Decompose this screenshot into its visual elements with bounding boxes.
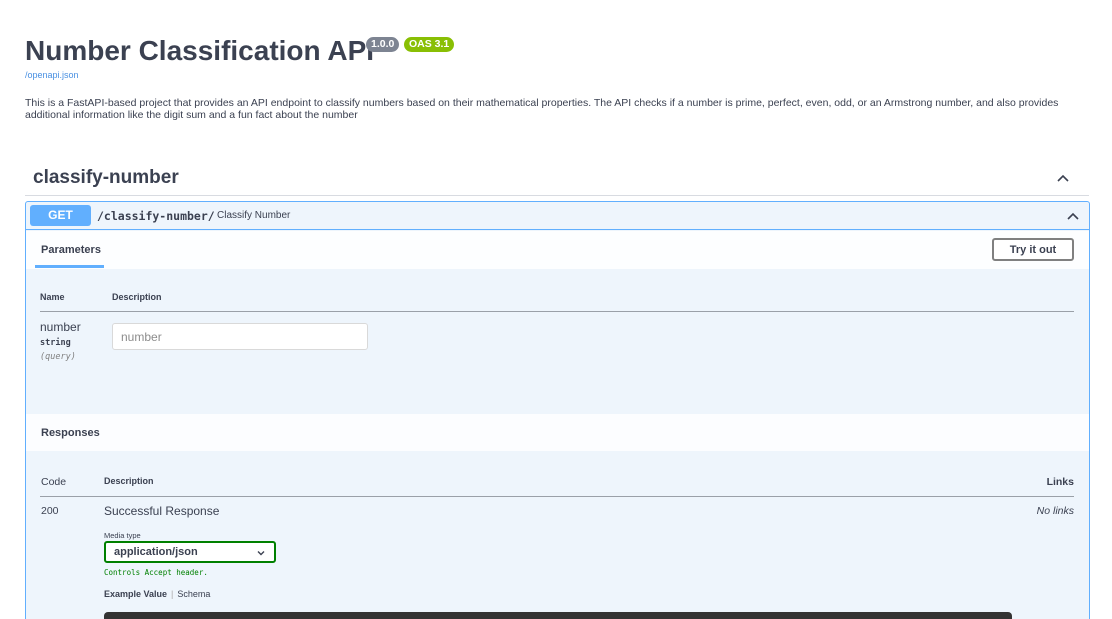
- response-links: No links: [1036, 505, 1074, 517]
- example-tabs: Example Value | Schema: [104, 589, 210, 599]
- api-title: Number Classification API: [25, 35, 375, 66]
- tag-title: classify-number: [33, 167, 179, 188]
- api-description: This is a FastAPI-based project that pro…: [25, 97, 1059, 121]
- col-header-code: Code: [41, 476, 67, 488]
- tag-section-header[interactable]: classify-number: [25, 160, 1089, 196]
- operation-summary-text: Classify Number: [217, 210, 291, 221]
- chevron-up-icon[interactable]: [1065, 208, 1081, 224]
- tab-example-value[interactable]: Example Value: [104, 589, 167, 599]
- operation-block-get: GET /classify-number/ Classify Number Pa…: [25, 201, 1090, 619]
- media-type-value: application/json: [114, 546, 198, 558]
- number-input[interactable]: [112, 323, 368, 350]
- openapi-spec-link[interactable]: /openapi.json: [25, 70, 79, 80]
- param-type: string: [40, 338, 71, 348]
- version-badge: 1.0.0: [366, 37, 400, 52]
- col-header-description: Description: [112, 292, 162, 302]
- try-it-out-button[interactable]: Try it out: [992, 238, 1074, 261]
- example-code-block: [104, 612, 1012, 619]
- tab-separator: |: [171, 589, 174, 599]
- responses-header: Responses: [26, 414, 1089, 451]
- col-header-links: Links: [1046, 476, 1074, 488]
- table-divider: [40, 311, 1074, 312]
- tab-schema[interactable]: Schema: [177, 589, 210, 599]
- chevron-down-icon: [257, 551, 265, 556]
- tab-parameters[interactable]: Parameters: [41, 244, 101, 256]
- param-name: number: [40, 320, 81, 334]
- col-header-response-description: Description: [104, 476, 154, 486]
- operation-summary[interactable]: GET /classify-number/ Classify Number: [26, 202, 1089, 230]
- response-code: 200: [41, 505, 59, 517]
- parameters-header: Parameters Try it out: [26, 231, 1089, 269]
- col-header-name: Name: [40, 292, 65, 302]
- chevron-up-icon[interactable]: [1055, 170, 1071, 186]
- accept-header-note: Controls Accept header.: [104, 568, 208, 577]
- table-divider: [40, 496, 1074, 497]
- responses-title: Responses: [41, 427, 100, 439]
- media-type-select[interactable]: application/json: [104, 541, 276, 563]
- tab-active-indicator: [35, 265, 104, 268]
- oas-badge: OAS 3.1: [404, 37, 455, 52]
- response-description: Successful Response: [104, 504, 220, 518]
- operation-path: /classify-number/: [97, 209, 215, 223]
- param-location: (query): [40, 352, 76, 362]
- media-type-label: Media type: [104, 531, 141, 540]
- method-badge: GET: [30, 205, 91, 226]
